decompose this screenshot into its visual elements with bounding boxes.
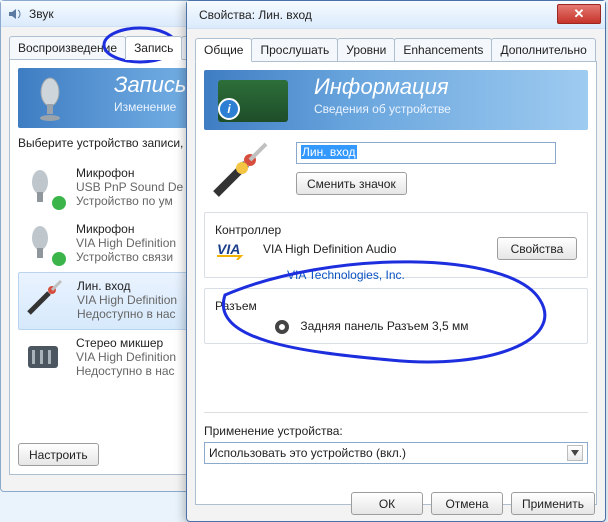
- device-name: Микрофон: [76, 222, 176, 236]
- jack-group: Разъем Задняя панель Разъем 3,5 мм: [204, 288, 588, 344]
- device-line: VIA High Definition: [76, 236, 176, 250]
- banner-title: Запись: [114, 72, 186, 98]
- properties-title: Свойства: Лин. вход: [199, 8, 312, 22]
- properties-panel: i Информация Сведения об устройстве Лин.…: [195, 61, 597, 505]
- close-icon: ✕: [574, 6, 585, 22]
- banner-subtitle: Изменение: [114, 100, 176, 114]
- tab-general[interactable]: Общие: [195, 38, 252, 62]
- mixer-icon: [22, 336, 66, 380]
- microphone-icon: [22, 166, 66, 210]
- jack-color-icon: [275, 320, 289, 334]
- tab-record[interactable]: Запись: [125, 36, 182, 60]
- tab-enhancements[interactable]: Enhancements: [394, 38, 492, 62]
- controller-properties-button[interactable]: Свойства: [497, 237, 577, 260]
- microphone-icon: [22, 222, 66, 266]
- usage-select[interactable]: Использовать это устройство (вкл.): [204, 442, 588, 464]
- banner-title: Информация: [314, 74, 449, 100]
- divider: [204, 412, 588, 413]
- info-banner: i Информация Сведения об устройстве: [204, 70, 588, 130]
- device-line: Недоступно в нас: [77, 307, 177, 321]
- tab-levels[interactable]: Уровни: [337, 38, 395, 62]
- properties-tabs: Общие Прослушать Уровни Enhancements Доп…: [187, 29, 605, 61]
- tab-playback[interactable]: Воспроизведение: [9, 36, 126, 60]
- speaker-icon: [7, 6, 23, 22]
- microphone-icon: [30, 74, 78, 122]
- svg-text:VIA: VIA: [217, 241, 240, 257]
- cancel-button[interactable]: Отмена: [431, 492, 503, 515]
- device-line: Устройство связи: [76, 250, 176, 264]
- change-icon-button[interactable]: Сменить значок: [296, 172, 407, 195]
- phone-icon: [50, 250, 68, 268]
- via-logo-icon: VIA: [215, 238, 251, 260]
- tab-listen[interactable]: Прослушать: [251, 38, 338, 62]
- configure-button[interactable]: Настроить: [18, 443, 99, 466]
- sound-title: Звук: [29, 7, 54, 21]
- tab-advanced[interactable]: Дополнительно: [491, 38, 595, 62]
- close-button[interactable]: ✕: [557, 4, 601, 24]
- device-line: Недоступно в нас: [76, 364, 176, 378]
- vendor-link[interactable]: VIA Technologies, Inc.: [287, 268, 405, 282]
- controller-group: Контроллер VIA VIA High Definition Audio…: [204, 212, 588, 278]
- banner-subtitle: Сведения об устройстве: [314, 102, 451, 116]
- device-name: Стерео микшер: [76, 336, 176, 350]
- chevron-down-icon: [567, 445, 583, 461]
- device-line: VIA High Definition: [77, 293, 177, 307]
- jack-legend: Разъем: [215, 299, 257, 313]
- properties-window: Свойства: Лин. вход ✕ Общие Прослушать У…: [186, 0, 606, 522]
- apply-button[interactable]: Применить: [511, 492, 595, 515]
- device-name-field[interactable]: Лин. вход: [296, 142, 556, 164]
- info-icon: i: [218, 98, 240, 120]
- controller-name: VIA High Definition Audio: [263, 242, 396, 256]
- usage-label: Применение устройства:: [204, 424, 343, 438]
- device-name: Лин. вход: [77, 279, 177, 293]
- device-name-value: Лин. вход: [301, 145, 357, 159]
- ok-button[interactable]: ОК: [351, 492, 423, 515]
- dialog-buttons: ОК Отмена Применить: [187, 492, 605, 515]
- device-line: USB PnP Sound De: [76, 180, 183, 194]
- device-icon: [206, 138, 276, 208]
- line-in-icon: [23, 279, 67, 323]
- device-line: Устройство по ум: [76, 194, 183, 208]
- properties-titlebar[interactable]: Свойства: Лин. вход ✕: [187, 1, 605, 29]
- controller-legend: Контроллер: [215, 223, 281, 237]
- check-icon: [50, 194, 68, 212]
- jack-text: Задняя панель Разъем 3,5 мм: [300, 319, 468, 333]
- usage-value: Использовать это устройство (вкл.): [209, 446, 406, 460]
- device-name: Микрофон: [76, 166, 183, 180]
- device-line: VIA High Definition: [76, 350, 176, 364]
